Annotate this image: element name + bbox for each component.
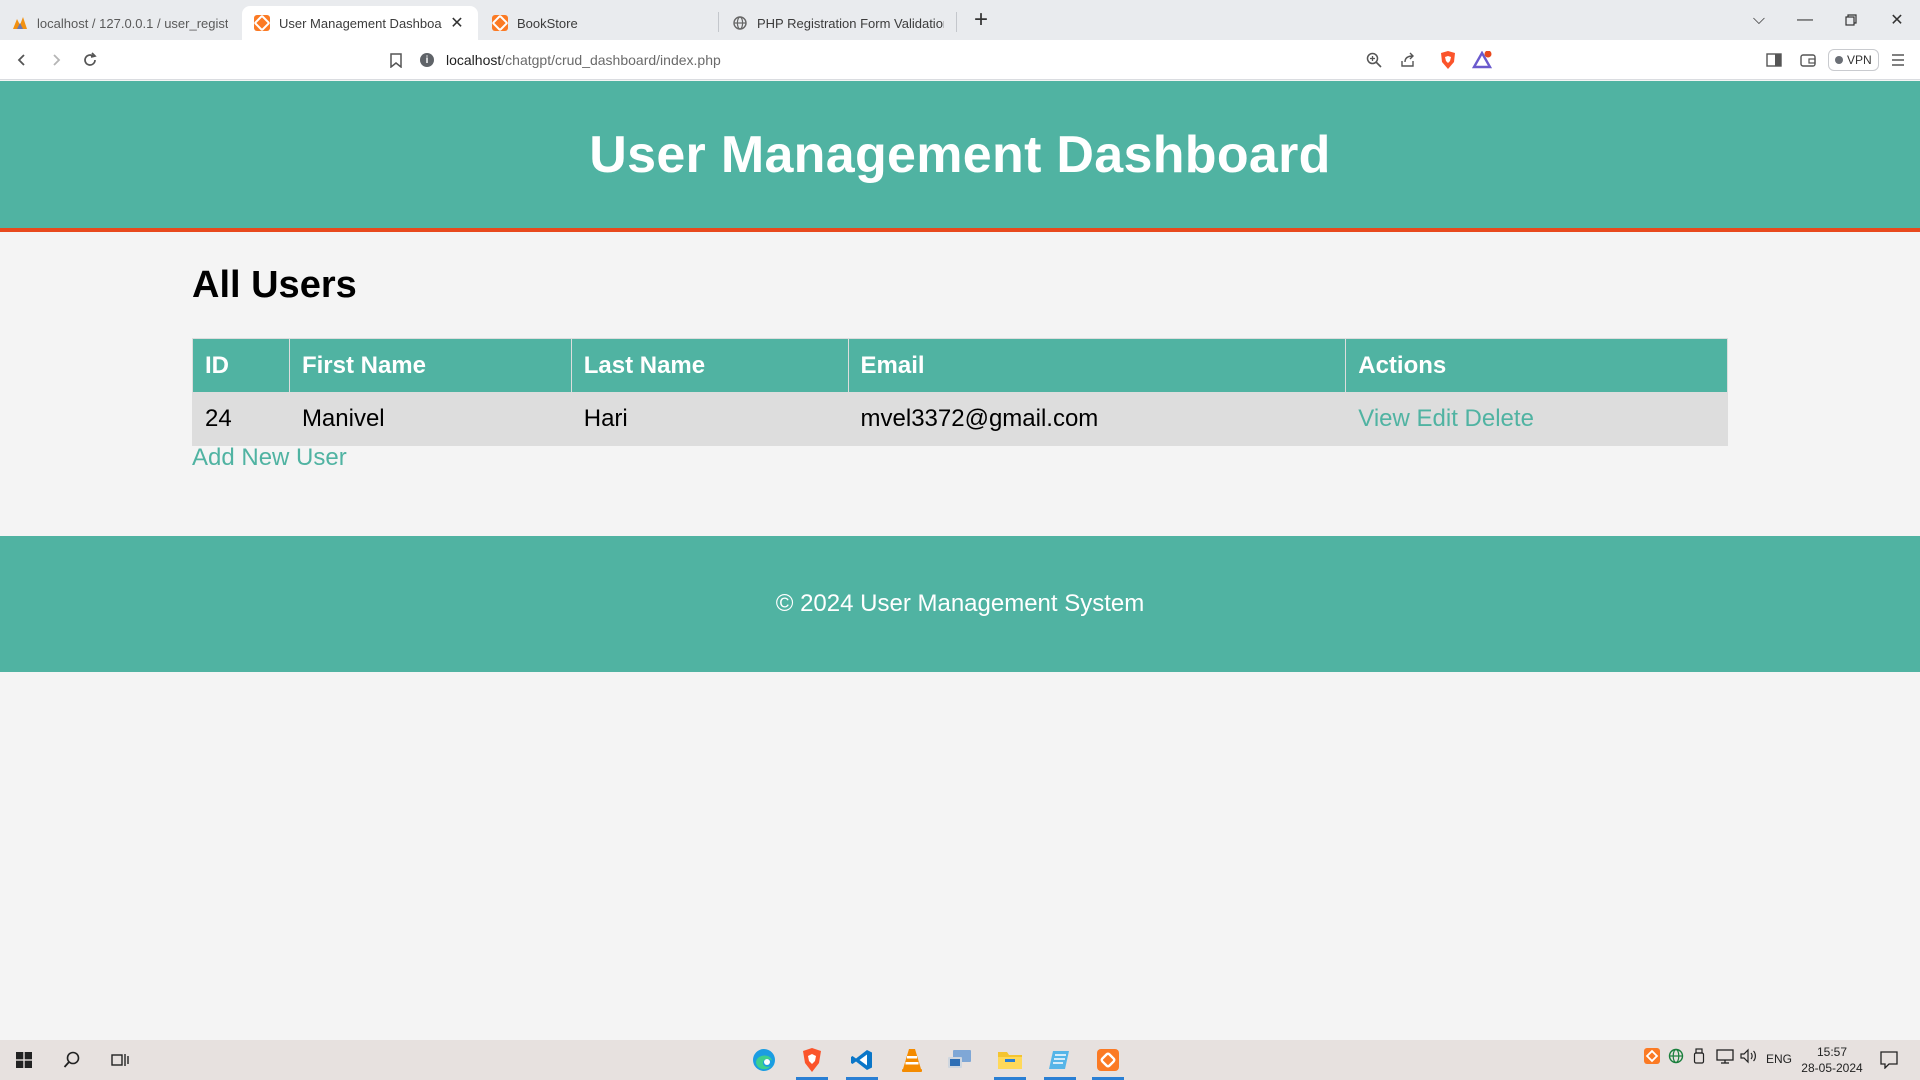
new-tab-button[interactable]: + bbox=[966, 6, 996, 36]
tab-strip: localhost / 127.0.0.1 / user_registratio… bbox=[0, 0, 1920, 40]
add-new-user-link[interactable]: Add New User bbox=[192, 444, 347, 472]
minimize-button[interactable]: — bbox=[1782, 0, 1828, 40]
ethernet-icon[interactable] bbox=[1716, 1048, 1734, 1067]
task-view-icon[interactable] bbox=[100, 1044, 140, 1076]
xampp-icon bbox=[254, 15, 270, 31]
tab-search-icon[interactable]: ⌵ bbox=[1736, 0, 1782, 40]
web-page: User Management Dashboard All Users ID F… bbox=[0, 81, 1920, 1040]
cell-first-name: Manivel bbox=[288, 392, 572, 446]
menu-icon[interactable] bbox=[1884, 46, 1912, 74]
cell-email: mvel3372@gmail.com bbox=[847, 392, 1347, 446]
brave-shields-icon[interactable] bbox=[1434, 46, 1462, 74]
footer-text: © 2024 User Management System bbox=[775, 590, 1145, 617]
reload-button[interactable] bbox=[76, 46, 104, 74]
network-globe-icon[interactable] bbox=[1668, 1048, 1684, 1067]
tab-title: BookStore bbox=[517, 15, 578, 31]
brave-icon[interactable] bbox=[792, 1044, 832, 1080]
page-title: User Management Dashboard bbox=[589, 125, 1331, 184]
tab-user-management-dashboard[interactable]: User Management Dashboard ✕ bbox=[242, 6, 478, 40]
users-table: ID First Name Last Name Email Actions 24… bbox=[192, 338, 1728, 446]
forward-button[interactable] bbox=[42, 46, 70, 74]
windows-start-icon[interactable] bbox=[4, 1044, 44, 1076]
globe-icon bbox=[732, 15, 748, 31]
notepad-icon[interactable] bbox=[1040, 1044, 1080, 1080]
site-info-icon[interactable]: i bbox=[420, 53, 434, 67]
column-header-actions: Actions bbox=[1345, 338, 1728, 393]
search-icon[interactable] bbox=[52, 1044, 92, 1076]
taskbar: ENG 15:57 28-05-2024 bbox=[0, 1040, 1920, 1080]
xampp-tray-icon[interactable] bbox=[1644, 1048, 1660, 1067]
table-header-row: ID First Name Last Name Email Actions bbox=[192, 338, 1728, 393]
back-button[interactable] bbox=[8, 46, 36, 74]
view-link[interactable]: View bbox=[1358, 405, 1410, 432]
share-icon[interactable] bbox=[1394, 46, 1422, 74]
close-window-button[interactable]: ✕ bbox=[1874, 0, 1920, 40]
tab-phpmyadmin[interactable]: localhost / 127.0.0.1 / user_registratio bbox=[0, 6, 240, 40]
page-footer: © 2024 User Management System bbox=[0, 536, 1920, 672]
address-bar[interactable]: i localhost/chatgpt/crud_dashboard/index… bbox=[420, 45, 1500, 75]
xampp-icon[interactable] bbox=[1088, 1044, 1128, 1080]
file-explorer-icon[interactable] bbox=[990, 1044, 1030, 1080]
close-tab-icon[interactable]: ✕ bbox=[448, 13, 466, 33]
sidebar-toggle-icon[interactable] bbox=[1760, 46, 1788, 74]
vpn-status-icon bbox=[1835, 56, 1843, 64]
column-header-id: ID bbox=[192, 338, 290, 393]
remote-desktop-icon[interactable] bbox=[940, 1044, 980, 1076]
brave-rewards-icon[interactable] bbox=[1468, 46, 1496, 74]
main-content: All Users ID First Name Last Name Email … bbox=[192, 264, 1728, 471]
vscode-icon[interactable] bbox=[842, 1044, 882, 1080]
tab-divider bbox=[956, 12, 957, 32]
clock[interactable]: 15:57 28-05-2024 bbox=[1792, 1044, 1872, 1076]
column-header-email: Email bbox=[847, 338, 1347, 393]
tab-php-registration[interactable]: PHP Registration Form Validation bbox=[720, 6, 956, 40]
section-title: All Users bbox=[192, 264, 357, 306]
restore-button[interactable] bbox=[1828, 0, 1874, 40]
volume-icon[interactable] bbox=[1740, 1048, 1758, 1067]
clock-date: 28-05-2024 bbox=[1801, 1061, 1863, 1075]
vpn-button[interactable]: VPN bbox=[1828, 49, 1879, 71]
browser-toolbar: i localhost/chatgpt/crud_dashboard/index… bbox=[0, 40, 1920, 80]
phpmyadmin-icon bbox=[12, 15, 28, 31]
edge-icon[interactable] bbox=[744, 1044, 784, 1076]
cell-actions: View Edit Delete bbox=[1345, 392, 1728, 446]
usb-icon[interactable] bbox=[1692, 1048, 1706, 1067]
cell-last-name: Hari bbox=[570, 392, 849, 446]
wallet-icon[interactable] bbox=[1794, 46, 1822, 74]
column-header-last-name: Last Name bbox=[570, 338, 849, 393]
delete-link[interactable]: Delete bbox=[1465, 405, 1534, 432]
tab-title: User Management Dashboard bbox=[279, 15, 442, 31]
tab-bookstore[interactable]: BookStore bbox=[480, 6, 716, 40]
language-indicator[interactable]: ENG bbox=[1766, 1052, 1792, 1066]
notifications-icon[interactable] bbox=[1880, 1051, 1898, 1072]
clock-time: 15:57 bbox=[1816, 1045, 1848, 1059]
edit-link[interactable]: Edit bbox=[1417, 405, 1458, 432]
column-header-first-name: First Name bbox=[288, 338, 572, 393]
vlc-icon[interactable] bbox=[892, 1044, 932, 1076]
tab-divider bbox=[718, 12, 719, 32]
vpn-label: VPN bbox=[1847, 53, 1872, 67]
tab-title: PHP Registration Form Validation bbox=[757, 15, 944, 31]
tab-title: localhost / 127.0.0.1 / user_registratio bbox=[37, 15, 228, 31]
url-path: /chatgpt/crud_dashboard/index.php bbox=[501, 52, 721, 68]
page-header: User Management Dashboard bbox=[0, 81, 1920, 232]
xampp-icon bbox=[492, 15, 508, 31]
bookmark-icon[interactable] bbox=[382, 46, 410, 74]
zoom-icon[interactable] bbox=[1360, 46, 1388, 74]
cell-id: 24 bbox=[192, 392, 290, 446]
url-host: localhost bbox=[446, 52, 502, 68]
table-row: 24 Manivel Hari mvel3372@gmail.com View … bbox=[192, 392, 1728, 446]
